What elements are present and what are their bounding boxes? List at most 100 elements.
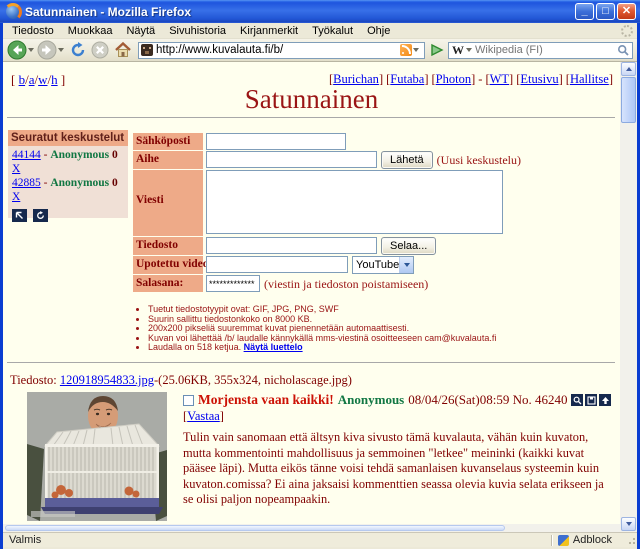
- password-label: Salasana:: [133, 275, 203, 292]
- home-icon: [114, 41, 132, 59]
- close-button[interactable]: ✕: [617, 3, 636, 20]
- watched-threads-box: Seuratut keskustelut 44144 - Anonymous 0…: [8, 130, 128, 218]
- video-service-value: YouTube: [353, 259, 399, 271]
- divider: [7, 117, 615, 118]
- adblock-icon[interactable]: [558, 535, 569, 546]
- dash: -: [44, 149, 48, 161]
- post-author: Anonymous: [338, 392, 404, 408]
- navigation-toolbar: W: [3, 39, 637, 62]
- unwatch-link[interactable]: X: [12, 163, 20, 175]
- divider: [7, 362, 615, 363]
- back-button[interactable]: [7, 40, 27, 60]
- vertical-scroll-thumb[interactable]: [621, 77, 636, 123]
- url-dropdown-icon[interactable]: [413, 48, 419, 52]
- post-form: Sähköposti Aihe Lähetä (Uusi keskustelu)…: [133, 133, 613, 293]
- horizontal-scroll-thumb[interactable]: [5, 525, 505, 531]
- reload-button[interactable]: [69, 41, 87, 59]
- scroll-down-button[interactable]: [621, 517, 636, 531]
- reply-link-wrap: Vastaa: [183, 409, 224, 424]
- search-engine-icon[interactable]: W: [452, 43, 464, 58]
- magnifier-icon: [573, 396, 582, 405]
- post-checkbox[interactable]: [183, 395, 194, 406]
- menu-tiedosto[interactable]: Tiedosto: [5, 24, 61, 38]
- status-bar: Valmis Adblock: [3, 532, 637, 547]
- forward-button[interactable]: [37, 40, 57, 60]
- watched-thread-link[interactable]: 42885: [12, 177, 41, 189]
- statusbar-separator: [551, 535, 552, 546]
- go-button[interactable]: [429, 42, 445, 58]
- search-bar[interactable]: W: [448, 42, 633, 59]
- watched-thread-row: 44144 - Anonymous 0 X: [12, 148, 124, 176]
- scroll-up-button[interactable]: [621, 62, 636, 76]
- scroll-top-button[interactable]: [599, 394, 611, 406]
- home-button[interactable]: [114, 41, 132, 59]
- rss-icon[interactable]: [400, 44, 412, 56]
- subject-field[interactable]: [206, 151, 377, 168]
- password-note: (viestin ja tiedoston poistamiseen): [264, 275, 428, 292]
- search-engine-dropdown-icon[interactable]: [466, 48, 472, 52]
- minimize-button[interactable]: _: [575, 3, 594, 20]
- dash: -: [44, 177, 48, 189]
- watched-threads-title: Seuratut keskustelut: [8, 130, 128, 146]
- menu-sivuhistoria[interactable]: Sivuhistoria: [162, 24, 233, 38]
- file-field[interactable]: [206, 237, 377, 254]
- password-field[interactable]: [206, 275, 260, 292]
- reply-link[interactable]: Vastaa: [187, 409, 220, 423]
- menu-nayta[interactable]: Näytä: [119, 24, 162, 38]
- stop-button[interactable]: [91, 41, 109, 59]
- resize-grip[interactable]: [626, 535, 636, 545]
- refresh-watched-button[interactable]: [33, 209, 48, 222]
- board-rules-list: Tuetut tiedostotyypit ovat: GIF, JPG, PN…: [135, 305, 496, 353]
- horizontal-scrollbar[interactable]: [3, 524, 620, 532]
- video-service-select[interactable]: YouTube: [352, 256, 414, 274]
- post-body: Tulin vain sanomaan että ältsyn kiva siv…: [183, 430, 617, 508]
- menu-kirjanmerkit[interactable]: Kirjanmerkit: [233, 24, 305, 38]
- message-field[interactable]: [206, 170, 503, 234]
- save-thread-button[interactable]: [585, 394, 597, 406]
- back-dropdown-icon[interactable]: [28, 48, 34, 52]
- menu-muokkaa[interactable]: Muokkaa: [61, 24, 120, 38]
- back-icon: [7, 40, 27, 60]
- stop-icon: [91, 41, 109, 59]
- browser-window: Satunnainen - Mozilla Firefox _ □ ✕ Tied…: [0, 0, 640, 549]
- page-content: bawh BurichanFutabaPhoton-WTEtusivuHalli…: [3, 62, 637, 532]
- site-favicon: [141, 44, 153, 56]
- thread-list-link[interactable]: Näytä luettelo: [244, 342, 303, 352]
- search-input[interactable]: [475, 44, 617, 56]
- watched-thread-link[interactable]: 44144: [12, 149, 41, 161]
- watched-thread-name: Anonymous: [50, 177, 109, 189]
- submit-button[interactable]: Lähetä: [381, 151, 433, 169]
- rule-text: Laudalla on 518 ketjua.: [148, 342, 241, 352]
- file-info-line: Tiedosto: 120918954833.jpg-(25.06KB, 355…: [10, 373, 352, 388]
- unwatch-link[interactable]: X: [12, 191, 20, 203]
- arrow-up-icon: [601, 396, 610, 405]
- floppy-icon: [587, 396, 596, 405]
- file-link[interactable]: 120918954833.jpg: [60, 373, 154, 387]
- watched-thread-count: 0: [112, 177, 118, 189]
- email-field[interactable]: [206, 133, 346, 150]
- url-input[interactable]: [156, 44, 400, 56]
- url-bar[interactable]: [138, 42, 425, 59]
- forward-icon: [37, 40, 57, 60]
- adblock-label[interactable]: Adblock: [573, 534, 612, 546]
- select-dropdown-icon[interactable]: [399, 257, 413, 273]
- reload-icon: [69, 41, 87, 59]
- file-label: Tiedosto: [133, 237, 203, 255]
- goto-thread-button[interactable]: [12, 209, 27, 222]
- new-thread-note: (Uusi keskustelu): [437, 151, 521, 168]
- forward-dropdown-icon[interactable]: [58, 48, 64, 52]
- maximize-button[interactable]: □: [596, 3, 615, 20]
- vertical-scrollbar[interactable]: [620, 62, 637, 532]
- watermark: [31, 511, 75, 517]
- expand-image-button[interactable]: [571, 394, 583, 406]
- browse-button[interactable]: Selaa...: [381, 237, 436, 255]
- watched-thread-count: 0: [112, 149, 118, 161]
- throbber-icon: [621, 25, 633, 37]
- search-icon[interactable]: [617, 44, 630, 57]
- video-field[interactable]: [206, 256, 348, 273]
- post-thumbnail-image[interactable]: [27, 392, 167, 521]
- post-header: Morjensta vaan kaikki! Anonymous 08/04/2…: [183, 392, 611, 408]
- menu-ohje[interactable]: Ohje: [360, 24, 397, 38]
- menu-tyokalut[interactable]: Työkalut: [305, 24, 360, 38]
- video-label: Upotettu video: [133, 256, 203, 274]
